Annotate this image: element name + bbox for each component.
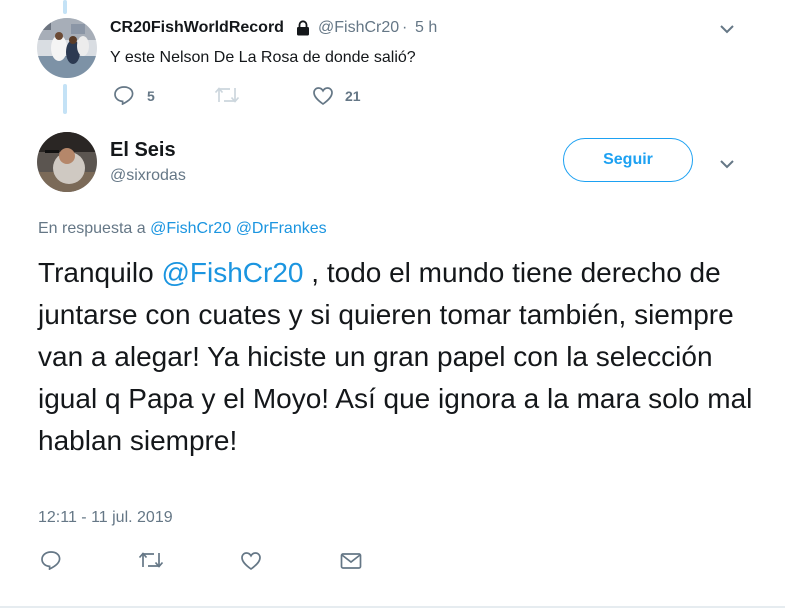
follow-button-label: Seguir [603,151,653,168]
display-name[interactable]: El Seis [110,138,176,162]
lock-icon [296,20,310,36]
display-name[interactable]: CR20FishWorldRecord [110,18,284,38]
avatar[interactable] [37,132,97,192]
reply-icon[interactable] [40,550,62,570]
separator-dot: · [402,19,408,36]
divider [0,606,785,608]
dm-icon[interactable] [340,552,362,570]
like-count: 21 [345,88,361,104]
avatar-image [37,18,97,78]
tweet-text: Y este Nelson De La Rosa de donde salió? [110,49,416,66]
mention-link[interactable]: @FishCr20 [161,257,303,288]
thread-line-bottom [63,84,67,114]
tweet-text-start: Tranquilo [38,257,162,288]
chevron-down-icon[interactable] [719,159,735,169]
reply-icon[interactable] [113,85,135,105]
reply-to-prefix: En respuesta a [38,220,146,237]
avatar[interactable] [37,18,97,78]
chevron-down-icon[interactable] [719,24,735,34]
thread-line-top [63,0,67,14]
reply-to-mention-drfrankes[interactable]: @DrFrankes [236,220,327,237]
retweet-icon[interactable] [214,86,240,104]
avatar-image [37,132,97,192]
like-icon[interactable] [312,86,334,106]
user-handle[interactable]: @sixrodas [110,166,186,186]
retweet-icon[interactable] [138,551,164,569]
user-handle[interactable]: @FishCr20 [318,18,399,38]
reply-to-mention-fishcr20[interactable]: @FishCr20 [150,220,231,237]
like-icon[interactable] [240,551,262,571]
follow-button[interactable]: Seguir [563,138,693,182]
tweet-timestamp[interactable]: 12:11 - 11 jul. 2019 [38,508,173,528]
reply-context: En respuesta a @FishCr20 @DrFrankes [38,219,327,239]
timestamp[interactable]: 5 h [415,18,437,38]
tweet-text: Tranquilo @FishCr20 , todo el mundo tien… [38,252,758,462]
reply-count: 5 [147,88,155,104]
